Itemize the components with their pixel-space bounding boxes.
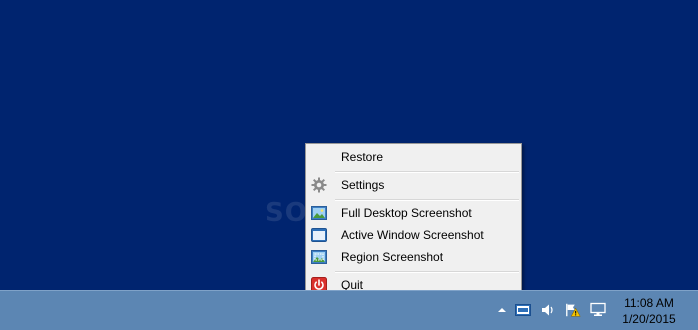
clock-date: 1/20/2015 <box>622 312 676 326</box>
volume-icon[interactable] <box>540 302 556 318</box>
menu-item-label: Settings <box>341 178 385 192</box>
desktop-picture-icon <box>311 205 327 221</box>
menu-item-active-window-screenshot[interactable]: Active Window Screenshot <box>306 224 521 246</box>
taskbar-clock[interactable]: 11:08 AM 1/20/2015 <box>614 295 684 327</box>
menu-item-label: Restore <box>341 150 384 164</box>
region-picture-icon <box>311 249 327 265</box>
gear-icon <box>311 177 327 193</box>
show-hidden-icons-chevron-icon[interactable] <box>494 302 510 318</box>
menu-separator <box>335 271 519 273</box>
menu-separator <box>335 171 519 173</box>
menu-item-full-desktop-screenshot[interactable]: Full Desktop Screenshot <box>306 202 521 224</box>
network-icon[interactable] <box>590 302 606 318</box>
taskbar: 11:08 AM 1/20/2015 <box>0 290 698 330</box>
clock-time: 11:08 AM <box>624 296 674 310</box>
menu-item-restore[interactable]: Restore <box>306 146 521 168</box>
menu-item-label: Active Window Screenshot <box>341 228 484 242</box>
action-center-flag-warning-icon[interactable] <box>565 302 581 318</box>
menu-item-settings[interactable]: Settings <box>306 174 521 196</box>
menu-item-region-screenshot[interactable]: Region Screenshot <box>306 246 521 268</box>
tray-context-menu: Restore Settings Full Desktop Screenshot… <box>305 143 522 297</box>
menu-item-label: Full Desktop Screenshot <box>341 206 472 220</box>
menu-separator <box>335 199 519 201</box>
screenshot-app-icon[interactable] <box>515 302 531 318</box>
menu-item-label: Region Screenshot <box>341 250 444 264</box>
window-icon <box>311 227 327 243</box>
